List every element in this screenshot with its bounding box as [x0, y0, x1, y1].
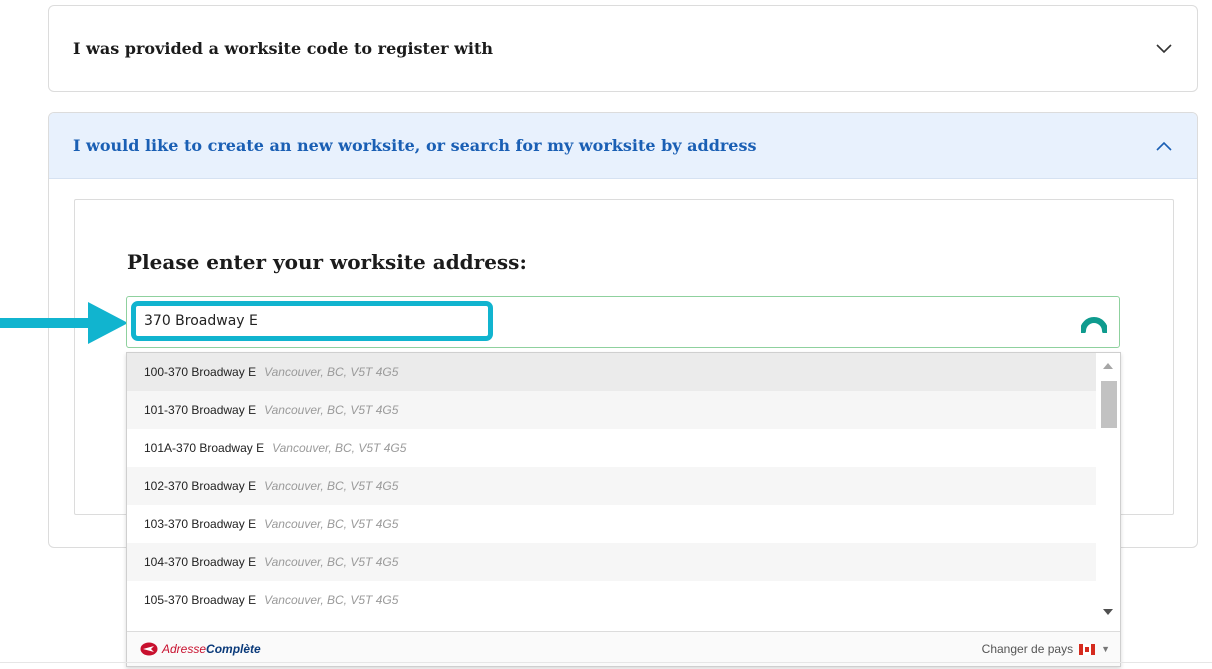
scroll-up-arrow-icon[interactable] [1103, 363, 1113, 369]
suggestion-footer: Adresse Complète Changer de pays ▼ [127, 631, 1120, 666]
suggestion-item[interactable]: 101-370 Broadway E Vancouver, BC, V5T 4G… [127, 391, 1097, 429]
scroll-thumb[interactable] [1101, 381, 1117, 428]
address-heading: Please enter your worksite address: [127, 250, 527, 274]
suggestion-desc: Vancouver, BC, V5T 4G5 [264, 555, 399, 569]
change-country-button[interactable]: Changer de pays ▼ [982, 642, 1110, 656]
pointer-arrow-icon [0, 302, 128, 344]
worksite-code-accordion[interactable]: I was provided a worksite code to regist… [48, 5, 1198, 92]
suggestion-line: 104-370 Broadway E [144, 555, 257, 569]
suggestion-item[interactable]: 105-370 Broadway E Vancouver, BC, V5T 4G… [127, 581, 1097, 619]
suggestion-item[interactable]: 101A-370 Broadway E Vancouver, BC, V5T 4… [127, 429, 1097, 467]
suggestion-desc: Vancouver, BC, V5T 4G5 [264, 403, 399, 417]
suggestion-line: 100-370 Broadway E [144, 365, 257, 379]
change-country-label: Changer de pays [981, 642, 1074, 656]
suggestion-line: 101-370 Broadway E [144, 403, 257, 417]
addresscomplete-logo[interactable]: Adresse Complète [140, 642, 261, 656]
suggestion-line: 101A-370 Broadway E [144, 441, 265, 455]
loading-spinner-icon [1081, 317, 1107, 333]
address-input[interactable] [131, 301, 493, 341]
suggestion-desc: Vancouver, BC, V5T 4G5 [264, 479, 399, 493]
worksite-address-header[interactable]: I would like to create an new worksite, … [49, 113, 1197, 179]
suggestion-item[interactable]: 104-370 Broadway E Vancouver, BC, V5T 4G… [127, 543, 1097, 581]
suggestion-list: 100-370 Broadway E Vancouver, BC, V5T 4G… [127, 353, 1097, 631]
caret-down-icon: ▼ [1101, 644, 1110, 654]
suggestion-desc: Vancouver, BC, V5T 4G5 [272, 441, 407, 455]
canada-flag-icon [1079, 643, 1096, 655]
suggestion-line: 102-370 Broadway E [144, 479, 257, 493]
brand-name-part1: Adresse [162, 642, 207, 656]
page-divider [0, 662, 1212, 663]
suggestion-desc: Vancouver, BC, V5T 4G5 [264, 593, 399, 607]
suggestion-item[interactable]: 103-370 Broadway E Vancouver, BC, V5T 4G… [127, 505, 1097, 543]
worksite-code-title: I was provided a worksite code to regist… [73, 39, 493, 58]
scroll-down-arrow-icon[interactable] [1103, 609, 1113, 615]
address-suggestions-dropdown: 100-370 Broadway E Vancouver, BC, V5T 4G… [126, 352, 1121, 667]
address-input-wrapper [126, 296, 1120, 348]
suggestion-desc: Vancouver, BC, V5T 4G5 [264, 517, 399, 531]
chevron-up-icon[interactable] [1155, 137, 1173, 155]
chevron-down-icon[interactable] [1155, 40, 1173, 58]
suggestion-item[interactable]: 100-370 Broadway E Vancouver, BC, V5T 4G… [127, 353, 1097, 391]
suggestion-item[interactable]: 102-370 Broadway E Vancouver, BC, V5T 4G… [127, 467, 1097, 505]
suggestion-desc: Vancouver, BC, V5T 4G5 [264, 365, 399, 379]
suggestion-line: 103-370 Broadway E [144, 517, 257, 531]
brand-name-part2: Complète [206, 642, 261, 656]
canada-post-logo-icon [140, 642, 158, 656]
suggestion-line: 105-370 Broadway E [144, 593, 257, 607]
worksite-address-title: I would like to create an new worksite, … [73, 136, 757, 155]
suggestion-scrollbar[interactable] [1096, 353, 1120, 631]
